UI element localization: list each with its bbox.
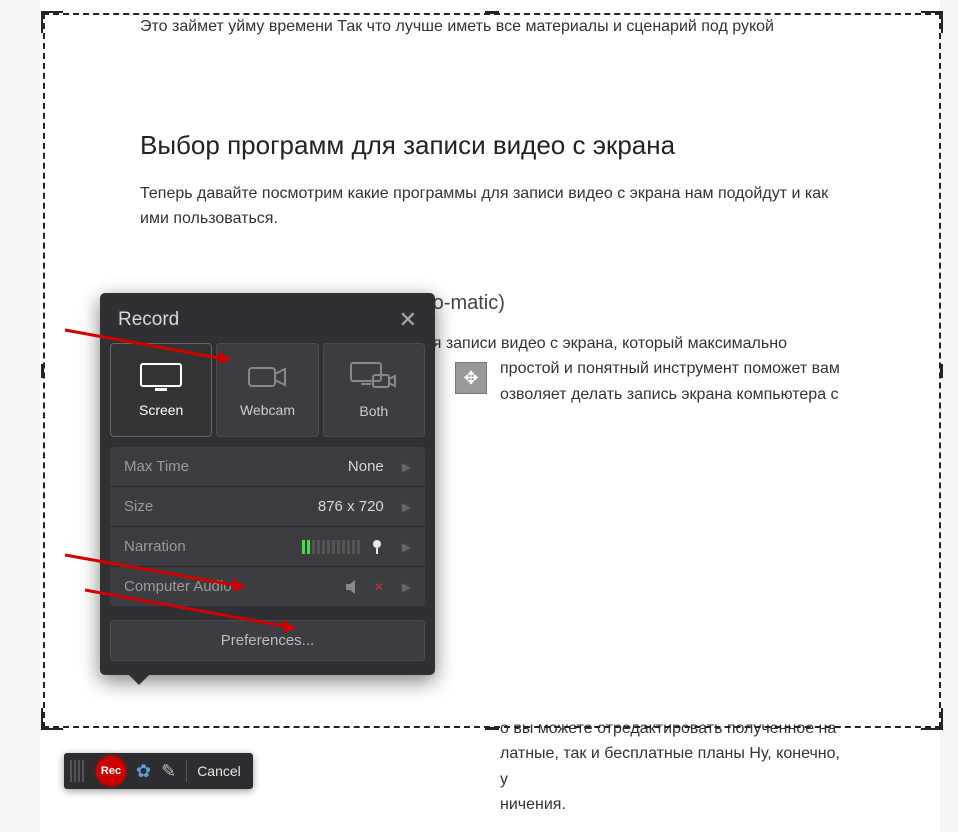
- toolbar-divider: [186, 760, 187, 782]
- size-value: 876 x 720: [318, 498, 384, 515]
- chevron-right-icon: ▶: [402, 580, 411, 594]
- preferences-button[interactable]: Preferences...: [110, 620, 425, 661]
- recorder-toolbar: Rec ✿ ✎ Cancel: [64, 753, 253, 789]
- draw-button[interactable]: ✎: [161, 761, 176, 782]
- narration-label: Narration: [124, 538, 186, 555]
- resize-handle-right[interactable]: [940, 364, 943, 378]
- cancel-button[interactable]: Cancel: [197, 763, 241, 779]
- article-h2: Выбор программ для записи видео с экрана: [140, 130, 840, 161]
- close-button[interactable]: ✕: [399, 307, 417, 333]
- chevron-right-icon: ▶: [402, 500, 411, 514]
- gear-icon: ✿: [136, 761, 151, 781]
- mode-screen[interactable]: Screen: [110, 343, 212, 437]
- mode-screen-label: Screen: [139, 402, 183, 418]
- size-label: Size: [124, 498, 153, 515]
- article-p1: Теперь давайте посмотрим какие программы…: [140, 181, 840, 232]
- microphone-icon: [370, 539, 384, 555]
- max-time-value: None: [348, 458, 384, 475]
- chevron-right-icon: ▶: [402, 460, 411, 474]
- article-p3: о вы можете отредактировать полученное н…: [500, 716, 840, 818]
- move-region-button[interactable]: ✥: [455, 362, 487, 394]
- mode-both[interactable]: Both: [323, 343, 425, 437]
- drag-handle-icon[interactable]: [70, 760, 84, 782]
- row-computer-audio[interactable]: Computer Audio ✕ ▶: [110, 566, 425, 606]
- computer-audio-label: Computer Audio: [124, 578, 232, 595]
- pencil-icon: ✎: [161, 761, 176, 781]
- screen-icon: [139, 362, 183, 392]
- record-button[interactable]: Rec: [96, 756, 126, 786]
- panel-title: Record: [118, 309, 179, 331]
- both-icon: [349, 361, 399, 393]
- move-icon: ✥: [463, 368, 478, 389]
- speaker-muted-icon: [344, 579, 364, 595]
- close-icon: ✕: [399, 307, 417, 332]
- mode-both-label: Both: [359, 403, 388, 419]
- chevron-right-icon: ▶: [402, 540, 411, 554]
- webcam-icon: [245, 362, 289, 392]
- row-max-time[interactable]: Max Time None ▶: [110, 447, 425, 486]
- row-size[interactable]: Size 876 x 720 ▶: [110, 486, 425, 526]
- row-narration[interactable]: Narration ▶: [110, 526, 425, 566]
- settings-button[interactable]: ✿: [136, 761, 151, 782]
- mode-webcam[interactable]: Webcam: [216, 343, 318, 437]
- record-panel: Record ✕ Screen Webcam Both Max Time Non…: [100, 293, 435, 675]
- max-time-label: Max Time: [124, 458, 189, 475]
- muted-x-icon: ✕: [374, 580, 384, 594]
- intro-cutoff: Это займет уйму времени Так что лучше им…: [140, 14, 840, 40]
- mode-webcam-label: Webcam: [240, 402, 295, 418]
- narration-level-meter: [302, 540, 360, 554]
